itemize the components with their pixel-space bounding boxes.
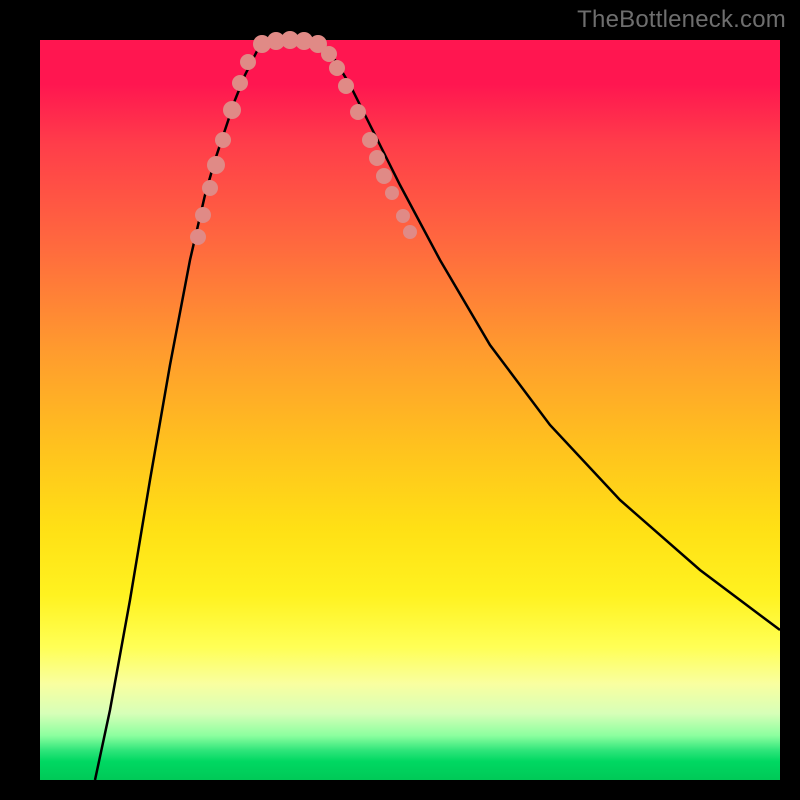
marker-group — [190, 31, 417, 245]
chart-svg — [40, 40, 780, 780]
data-marker — [240, 54, 256, 70]
data-marker — [321, 46, 337, 62]
data-marker — [338, 78, 354, 94]
data-marker — [207, 156, 225, 174]
data-marker — [202, 180, 218, 196]
data-marker — [195, 207, 211, 223]
data-marker — [190, 229, 206, 245]
bottleneck-curve — [95, 40, 780, 780]
data-marker — [403, 225, 417, 239]
plot-area — [40, 40, 780, 780]
data-marker — [369, 150, 385, 166]
data-marker — [362, 132, 378, 148]
data-marker — [385, 186, 399, 200]
data-marker — [350, 104, 366, 120]
chart-frame: TheBottleneck.com — [0, 0, 800, 800]
watermark-text: TheBottleneck.com — [577, 6, 786, 34]
data-marker — [329, 60, 345, 76]
data-marker — [215, 132, 231, 148]
data-marker — [223, 101, 241, 119]
data-marker — [232, 75, 248, 91]
data-marker — [396, 209, 410, 223]
data-marker — [376, 168, 392, 184]
